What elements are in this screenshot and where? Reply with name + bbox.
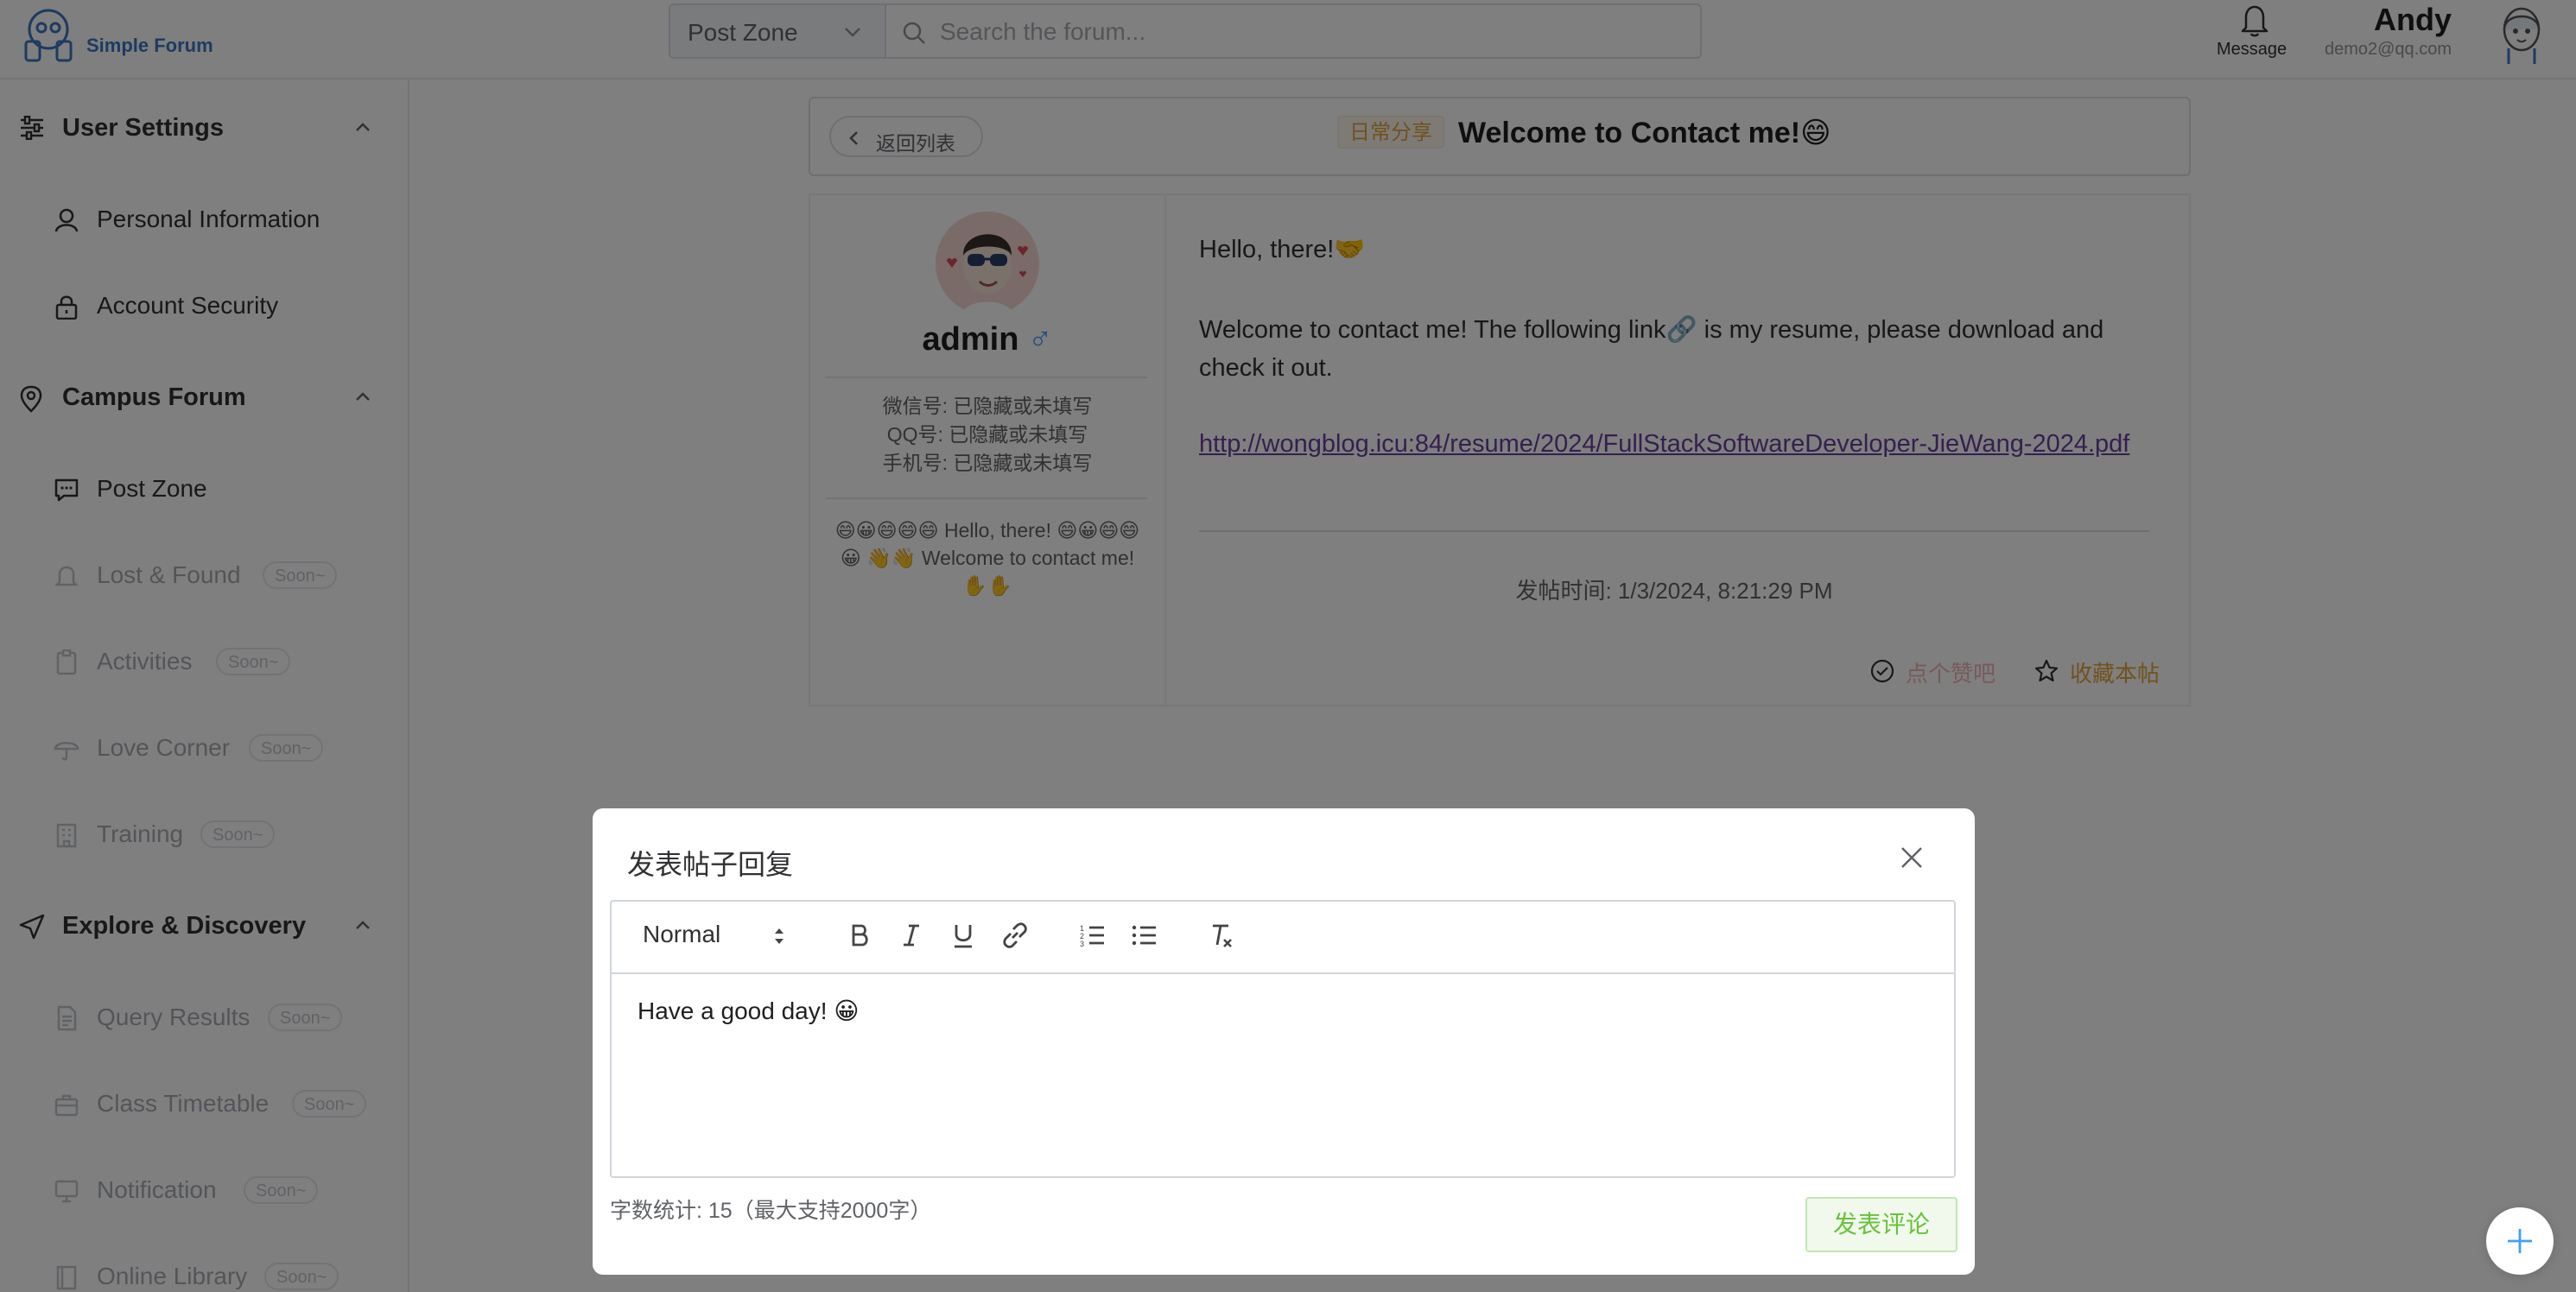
editor-toolbar: Normal 123 [612, 902, 1954, 974]
rich-text-editor: Normal 123 Have a good day! 😀 [610, 900, 1956, 1178]
select-arrows-icon [772, 924, 786, 948]
submit-comment-button[interactable]: 发表评论 [1805, 1197, 1957, 1252]
close-icon[interactable] [1899, 845, 1925, 871]
format-select[interactable]: Normal [643, 921, 720, 948]
link-icon[interactable] [1000, 921, 1030, 950]
bullet-list-icon[interactable] [1130, 921, 1159, 950]
ordered-list-icon[interactable]: 123 [1078, 921, 1107, 950]
clear-format-icon[interactable] [1208, 921, 1237, 950]
char-count: 字数统计: 15（最大支持2000字） [610, 1199, 932, 1223]
plus-icon [2508, 1229, 2532, 1253]
floating-add-button[interactable] [2486, 1207, 2554, 1275]
dialog-title: 发表帖子回复 [627, 849, 794, 880]
italic-icon[interactable] [897, 921, 926, 950]
bold-icon[interactable] [845, 921, 874, 950]
editor-content[interactable]: Have a good day! 😀 [638, 997, 859, 1025]
reply-dialog: 发表帖子回复 Normal 123 Have a good day! 😀 字数统… [593, 808, 1975, 1275]
svg-text:3: 3 [1080, 940, 1084, 948]
underline-icon[interactable] [949, 921, 978, 950]
